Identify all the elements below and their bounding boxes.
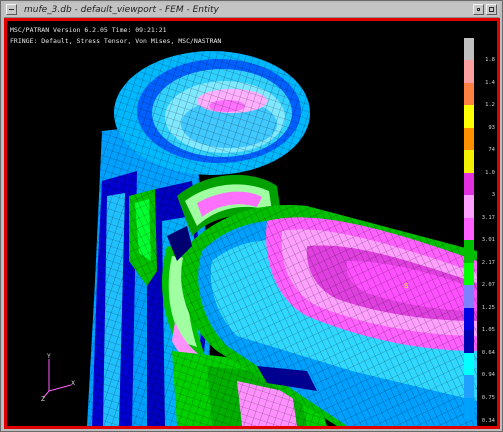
graphics-viewport[interactable]: S MSC/PATRAN Version 6.2.05 Time: 09:21:… <box>7 21 497 426</box>
legend-tick-label: 0.94 <box>481 372 495 379</box>
legend-tick-label: 93 <box>488 124 495 131</box>
legend-tick-label: 3 <box>491 192 495 199</box>
legend-tick-label: 1.05 <box>481 327 495 334</box>
legend-tick-label: 3.01 <box>481 237 495 244</box>
highlight-marker: S <box>404 282 409 290</box>
axis-triad: Y X Z <box>41 353 75 401</box>
window-title: mufe_3.db - default_viewport - FEM - Ent… <box>24 5 219 15</box>
legend-tick-label: 74 <box>488 147 495 154</box>
header-version: MSC/PATRAN Version 6.2.05 Time: 09:21:21 <box>10 26 167 34</box>
legend-tick-label: 1.2 <box>485 102 495 109</box>
legend-tick-label: 2.07 <box>481 282 495 289</box>
y-axis-label: Y <box>46 353 51 360</box>
legend-tick-label: 0.75 <box>481 394 495 401</box>
window-menu-button[interactable] <box>6 4 17 15</box>
legend-tick-label: 1.8 <box>485 57 495 64</box>
x-axis-label: X <box>71 380 75 387</box>
minimize-button[interactable] <box>473 4 484 15</box>
legend-tick-label: 3.17 <box>481 214 495 221</box>
patran-window: mufe_3.db - default_viewport - FEM - Ent… <box>0 0 503 432</box>
x-axis-line <box>48 384 72 392</box>
maximize-icon <box>489 7 494 12</box>
legend-tick-label: 0.64 <box>481 349 495 356</box>
top-collar <box>114 51 310 175</box>
legend-bottom-label: 0.34 <box>481 418 495 424</box>
legend-tick-label: 1.4 <box>485 79 495 86</box>
maximize-button[interactable] <box>486 4 497 15</box>
minimize-icon <box>477 8 480 11</box>
legend-tick-label: 2.17 <box>481 259 495 266</box>
header-fringe: FRINGE: Default, Stress Tensor, Von Mise… <box>10 37 222 45</box>
z-axis-label: Z <box>41 396 45 401</box>
color-legend <box>464 38 474 421</box>
menu-dash-icon <box>9 9 14 10</box>
fem-stress-plot[interactable]: S <box>7 21 497 426</box>
legend-tick-label: 1.0 <box>485 169 495 176</box>
legend-tick-label: 1.25 <box>481 304 495 311</box>
title-bar[interactable]: mufe_3.db - default_viewport - FEM - Ent… <box>4 3 499 18</box>
